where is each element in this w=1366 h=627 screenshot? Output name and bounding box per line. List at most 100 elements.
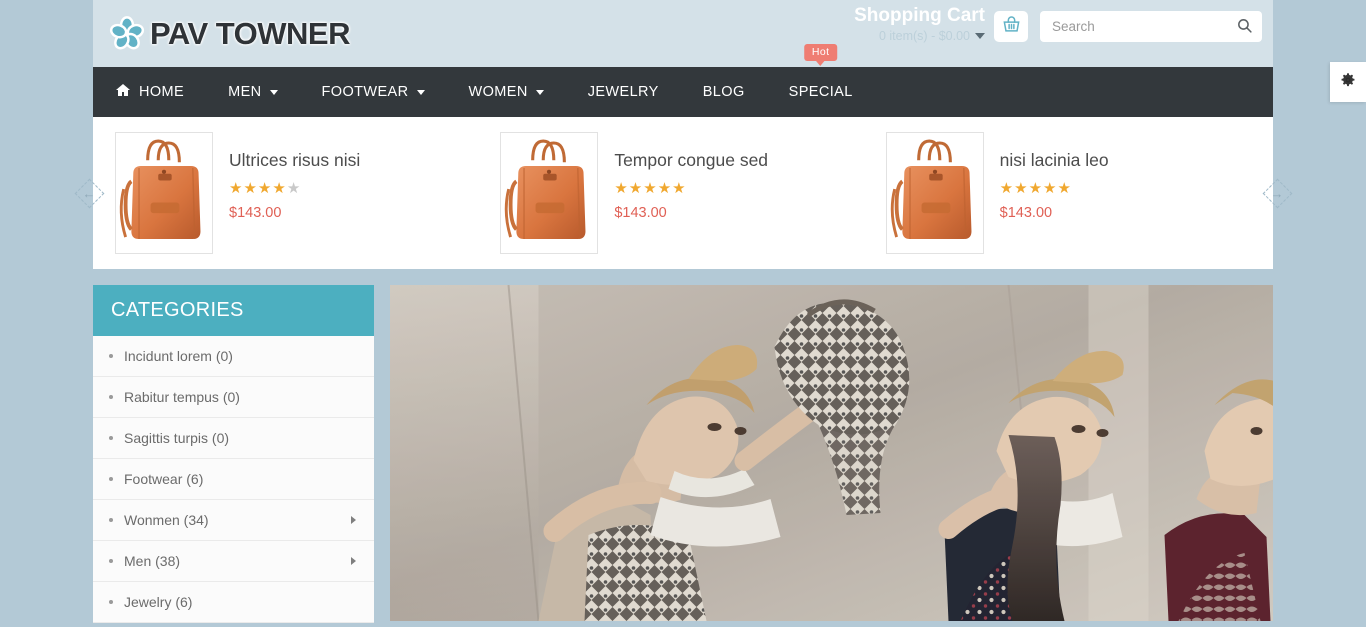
category-label: Wonmen (34) (124, 512, 209, 528)
product-rating: ★★★★★ (614, 181, 768, 197)
nav-item-blog[interactable]: BLOG (681, 67, 767, 117)
site-logo[interactable]: PAV TOWNER (108, 15, 350, 53)
product-price: $143.00 (999, 205, 1053, 221)
handbag-image (887, 133, 983, 253)
rating-star: ★ (628, 180, 644, 197)
rating-star: ★ (1028, 180, 1044, 197)
category-item[interactable]: Rabitur tempus (0) (93, 377, 374, 418)
nav-item-footwear[interactable]: FOOTWEAR (300, 67, 447, 117)
rating-star: ★ (229, 180, 244, 197)
home-icon (115, 82, 131, 102)
site-container: PAV TOWNER Shopping Cart 0 item(s) - $0.… (74, 0, 1292, 623)
rating-star: ★ (614, 180, 629, 197)
nav-item-label: MEN (228, 84, 262, 100)
nav-item-label: JEWELRY (587, 84, 659, 100)
rating-star: ★ (257, 180, 273, 197)
rating-star: ★ (1014, 180, 1029, 197)
product-card[interactable]: Tempor congue sed ★★★★★ $143.00 (490, 132, 875, 254)
chevron-right-icon[interactable] (351, 516, 356, 524)
category-label: Jewelry (6) (124, 594, 193, 610)
nav-item-jewelry[interactable]: JEWELRY (566, 67, 681, 117)
product-card[interactable]: Ultrices risus nisi ★★★★★ $143.00 (105, 132, 490, 254)
site-header: PAV TOWNER Shopping Cart 0 item(s) - $0.… (93, 0, 1273, 67)
category-label: Sagittis turpis (0) (124, 430, 230, 446)
search-box (1040, 11, 1262, 42)
rating-star: ★ (657, 180, 673, 197)
product-price: $143.00 (229, 205, 282, 221)
product-name[interactable]: Tempor congue sed (614, 150, 768, 171)
search-icon (1236, 17, 1253, 37)
rating-star: ★ (272, 180, 287, 197)
bullet-icon (109, 477, 113, 481)
search-input[interactable] (1040, 11, 1262, 42)
nav-item-special[interactable]: Hot SPECIAL (767, 44, 875, 117)
nav-item-home[interactable]: HOME (93, 67, 206, 117)
product-thumbnail[interactable] (115, 132, 213, 254)
main-navigation: HOME MEN FOOTWEAR WOMEN JEWELRY BLOG Hot SPECIA… (93, 44, 1273, 117)
category-label: Footwear (6) (124, 471, 204, 487)
chevron-right-icon[interactable] (351, 557, 356, 565)
rating-star: ★ (672, 180, 687, 197)
cart-title: Shopping Cart (854, 5, 985, 26)
header-right-group: Shopping Cart 0 item(s) - $0.00 (854, 0, 1273, 67)
category-label: Rabitur tempus (0) (124, 389, 240, 405)
cart-button[interactable] (994, 11, 1028, 42)
rating-star: ★ (1043, 180, 1058, 197)
product-name[interactable]: Ultrices risus nisi (229, 150, 360, 171)
site-logo-text: PAV TOWNER (150, 15, 350, 51)
category-item[interactable]: Footwear (6) (93, 459, 374, 500)
category-label: Incidunt lorem (0) (124, 348, 233, 364)
rating-star: ★ (243, 180, 258, 197)
product-info: nisi lacinia leo ★★★★★ $143.00 (1000, 132, 1109, 221)
product-info: Ultrices risus nisi ★★★★★ $143.00 (229, 132, 360, 221)
carousel-prev-button[interactable]: ← (74, 178, 104, 208)
hero-banner-image[interactable] (390, 285, 1273, 621)
nav-item-label: FOOTWEAR (321, 84, 409, 100)
chevron-down-icon (416, 89, 425, 95)
category-item[interactable]: Wonmen (34) (93, 500, 374, 541)
arrow-right-icon: → (1270, 185, 1284, 201)
shopping-cart-widget[interactable]: Shopping Cart 0 item(s) - $0.00 (854, 3, 1028, 45)
categories-list: Incidunt lorem (0) Rabitur tempus (0) Sagi… (93, 336, 374, 623)
nav-item-label: SPECIAL (788, 84, 853, 100)
product-name[interactable]: nisi lacinia leo (1000, 150, 1109, 171)
categories-sidebar: CATEGORIES Incidunt lorem (0) Rabitur tem… (93, 285, 374, 623)
search-button[interactable] (1232, 15, 1256, 39)
handbag-image (501, 133, 597, 253)
product-thumbnail[interactable] (885, 132, 984, 254)
nav-item-women[interactable]: WOMEN (447, 67, 566, 117)
product-rating: ★★★★★ (229, 181, 360, 197)
category-item[interactable]: Sagittis turpis (0) (93, 418, 374, 459)
cart-summary: 0 item(s) - $0.00 (878, 29, 970, 43)
nav-item-label: WOMEN (468, 84, 528, 100)
rating-star: ★ (286, 180, 302, 197)
product-card[interactable]: nisi lacinia leo ★★★★★ $143.00 (876, 132, 1261, 254)
carousel-next-button[interactable]: → (1262, 178, 1292, 208)
nav-item-label: HOME (139, 84, 185, 100)
chevron-down-icon (269, 89, 278, 95)
handbag-image (116, 133, 212, 253)
categories-title: CATEGORIES (93, 285, 374, 336)
category-item[interactable]: Incidunt lorem (0) (93, 336, 374, 377)
featured-products-carousel: ← Ultrices risus nisi ★★★★★ $143.00 Tempor … (74, 117, 1292, 269)
settings-panel-toggle[interactable] (1330, 62, 1366, 102)
category-item[interactable]: Jewelry (6) (93, 582, 374, 623)
chevron-down-icon[interactable] (975, 33, 985, 39)
rating-star: ★ (999, 180, 1015, 197)
gear-icon (1340, 72, 1356, 93)
bullet-icon (109, 354, 113, 358)
product-thumbnail[interactable] (500, 132, 599, 254)
nav-item-men[interactable]: MEN (206, 67, 299, 117)
category-item[interactable]: Men (38) (93, 541, 374, 582)
main-content: CATEGORIES Incidunt lorem (0) Rabitur tem… (93, 285, 1273, 623)
product-rating: ★★★★★ (1000, 181, 1109, 197)
bullet-icon (109, 600, 113, 604)
product-info: Tempor congue sed ★★★★★ $143.00 (614, 132, 768, 221)
arrow-left-icon: ← (82, 185, 96, 201)
hero-illustration (390, 285, 1273, 621)
cart-labels: Shopping Cart 0 item(s) - $0.00 (854, 3, 985, 45)
product-price: $143.00 (614, 205, 667, 221)
rating-star: ★ (643, 180, 658, 197)
bullet-icon (109, 518, 113, 522)
nav-badge-hot: Hot (803, 44, 838, 61)
